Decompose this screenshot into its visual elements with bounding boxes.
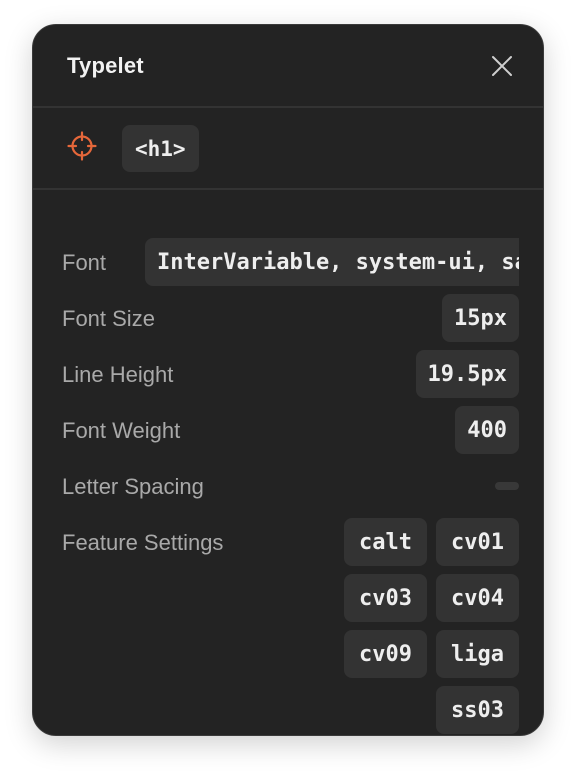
feature-chip[interactable]: cv03: [344, 574, 427, 622]
font-weight-row: Font Weight 400: [62, 406, 519, 454]
feature-settings-row: Feature Settings calt cv01 cv03 cv04 cv0…: [62, 518, 519, 734]
letter-spacing-row: Letter Spacing: [62, 462, 519, 510]
letter-spacing-value[interactable]: [495, 482, 519, 490]
feature-chip[interactable]: ss03: [436, 686, 519, 734]
line-height-row: Line Height 19.5px: [62, 350, 519, 398]
feature-chip[interactable]: cv04: [436, 574, 519, 622]
typelet-panel: Typelet <h1> Font InterVariable, system-…: [32, 24, 544, 736]
panel-header: Typelet: [33, 25, 543, 108]
feature-chip[interactable]: cv01: [436, 518, 519, 566]
selected-element-tag[interactable]: <h1>: [122, 125, 199, 172]
close-icon: [492, 56, 512, 76]
feature-chip[interactable]: liga: [436, 630, 519, 678]
feature-chip[interactable]: cv09: [344, 630, 427, 678]
font-size-label: Font Size: [62, 306, 155, 331]
element-selector-row: <h1>: [33, 108, 543, 190]
line-height-label: Line Height: [62, 362, 174, 387]
font-size-value[interactable]: 15px: [442, 294, 519, 342]
feature-settings-list: calt cv01 cv03 cv04 cv09 liga ss03: [344, 518, 519, 734]
line-height-value[interactable]: 19.5px: [415, 350, 519, 398]
font-weight-value[interactable]: 400: [455, 406, 519, 454]
font-weight-label: Font Weight: [62, 418, 181, 443]
font-size-row: Font Size 15px: [62, 294, 519, 342]
font-label: Font: [62, 250, 107, 275]
pick-element-button[interactable]: [66, 130, 98, 162]
panel-title: Typelet: [67, 53, 144, 78]
close-button[interactable]: [487, 51, 517, 81]
font-family-value[interactable]: InterVariable, system-ui, sans-serif: [145, 238, 519, 286]
font-row: Font InterVariable, system-ui, sans-seri…: [62, 238, 519, 286]
feature-chip[interactable]: calt: [344, 518, 427, 566]
crosshair-icon: [67, 131, 97, 161]
letter-spacing-label: Letter Spacing: [62, 474, 204, 499]
feature-settings-label: Feature Settings: [62, 530, 224, 555]
